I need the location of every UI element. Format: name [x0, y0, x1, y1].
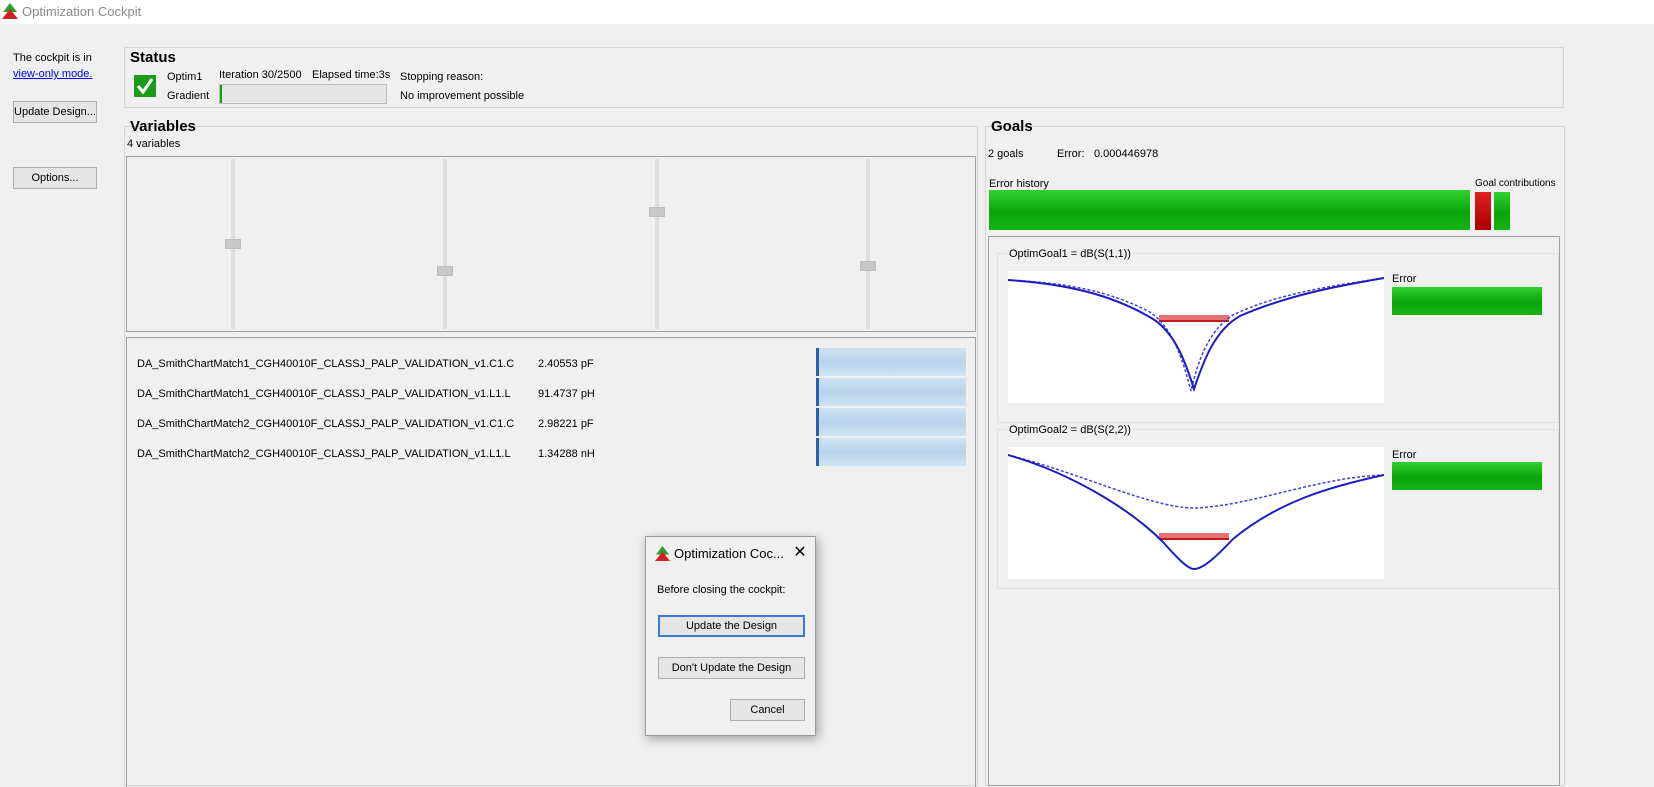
slider-track-2 — [443, 159, 447, 329]
variable-value: 2.98221 pF — [538, 418, 594, 430]
optimization-tree-icon — [655, 546, 670, 562]
update-design-button[interactable]: Update Design... — [13, 101, 97, 123]
goal-2-chart — [1007, 447, 1385, 579]
goal-2-error-label: Error — [1392, 449, 1417, 461]
iteration-count: Iteration 30/2500 — [219, 69, 302, 81]
goals-error-label: Error: — [1057, 148, 1085, 160]
stopping-reason-value: No improvement possible — [400, 90, 525, 102]
goal-contribution-bar-2 — [1494, 192, 1510, 230]
variable-row[interactable]: DA_SmithChartMatch1_CGH40010F_CLASSJ_PAL… — [127, 378, 975, 408]
window-titlebar: Optimization Cockpit — [0, 0, 1654, 24]
goal-1-chart — [1007, 271, 1385, 403]
variable-row[interactable]: DA_SmithChartMatch2_CGH40010F_CLASSJ_PAL… — [127, 408, 975, 438]
check-icon — [134, 75, 156, 97]
iteration-progress-bar — [219, 84, 387, 104]
variable-name: DA_SmithChartMatch1_CGH40010F_CLASSJ_PAL… — [137, 358, 515, 370]
goal-2-simulated-solid — [1007, 454, 1385, 571]
view-mode-note: The cockpit is in view-only mode. — [13, 50, 92, 82]
variable-name: DA_SmithChartMatch2_CGH40010F_CLASSJ_PAL… — [137, 418, 515, 430]
view-only-mode-link[interactable]: view-only mode. — [13, 68, 92, 80]
update-the-design-button[interactable]: Update the Design — [658, 615, 805, 637]
variable-value: 2.40553 pF — [538, 358, 594, 370]
cancel-button[interactable]: Cancel — [730, 699, 805, 721]
variables-list: DA_SmithChartMatch1_CGH40010F_CLASSJ_PAL… — [126, 337, 976, 787]
goal-1-error-bar — [1392, 287, 1542, 315]
goal-contributions-label: Goal contributions — [1475, 178, 1556, 189]
goal-2-plot — [1007, 454, 1385, 571]
iteration-progress-fill — [220, 85, 222, 103]
slider-thumb-4[interactable] — [860, 261, 876, 272]
optim-method: Gradient — [167, 90, 210, 102]
goal-1-error-label: Error — [1392, 273, 1417, 285]
variable-range-bar — [816, 408, 966, 436]
optimization-tree-icon — [2, 3, 18, 19]
variable-range-bar — [816, 348, 966, 376]
slider-area — [126, 156, 976, 332]
variable-row[interactable]: DA_SmithChartMatch2_CGH40010F_CLASSJ_PAL… — [127, 438, 975, 468]
slider-thumb-1[interactable] — [225, 239, 241, 249]
options-button[interactable]: Options... — [13, 167, 97, 189]
variable-name: DA_SmithChartMatch2_CGH40010F_CLASSJ_PAL… — [137, 448, 511, 460]
variable-name: DA_SmithChartMatch1_CGH40010F_CLASSJ_PAL… — [137, 388, 511, 400]
error-history-bar — [989, 190, 1470, 230]
close-cockpit-dialog: Optimization Coc... ✕ Before closing the… — [645, 536, 816, 736]
view-mode-text: The cockpit is in — [13, 52, 92, 64]
dont-update-the-design-button[interactable]: Don't Update the Design — [658, 657, 805, 679]
variable-value: 91.4737 pH — [538, 388, 595, 400]
error-history-label: Error history — [989, 178, 1049, 190]
variable-range-bar — [816, 378, 966, 406]
dialog-message: Before closing the cockpit: — [657, 584, 786, 596]
variables-count: 4 variables — [127, 138, 181, 150]
goals-error-value: 0.000446978 — [1094, 148, 1159, 160]
dialog-title: Optimization Coc... — [674, 546, 784, 561]
goal-2-error-bar — [1392, 462, 1542, 490]
variable-value: 1.34288 nH — [538, 448, 595, 460]
goal-contribution-bar-1 — [1475, 192, 1491, 230]
elapsed-time: Elapsed time:3s — [312, 69, 391, 81]
variable-range-bar — [816, 438, 966, 466]
goal-1-title: OptimGoal1 = dB(S(1,1)) — [1007, 248, 1133, 260]
status-heading: Status — [130, 49, 176, 66]
goal-2-simulated-dashed — [1007, 454, 1385, 509]
goal-1-simulated-dashed — [1007, 277, 1385, 392]
slider-thumb-2[interactable] — [437, 266, 453, 277]
slider-thumb-3[interactable] — [649, 206, 665, 217]
variables-heading: Variables — [130, 118, 196, 135]
goals-heading: Goals — [991, 118, 1033, 135]
slider-track-4 — [866, 159, 870, 329]
window-title: Optimization Cockpit — [22, 4, 142, 19]
goals-count: 2 goals — [988, 148, 1024, 160]
stopping-reason-label: Stopping reason: — [400, 71, 484, 83]
optim-name: Optim1 — [167, 71, 203, 83]
goals-list: OptimGoal1 = dB(S(1,1)) Error OptimGoal2… — [988, 236, 1560, 786]
slider-track-3 — [655, 159, 659, 329]
goal-2-title: OptimGoal2 = dB(S(2,2)) — [1007, 424, 1133, 436]
goal-1-plot — [1007, 277, 1385, 393]
variable-row[interactable]: DA_SmithChartMatch1_CGH40010F_CLASSJ_PAL… — [127, 348, 975, 378]
close-icon[interactable]: ✕ — [790, 542, 810, 562]
